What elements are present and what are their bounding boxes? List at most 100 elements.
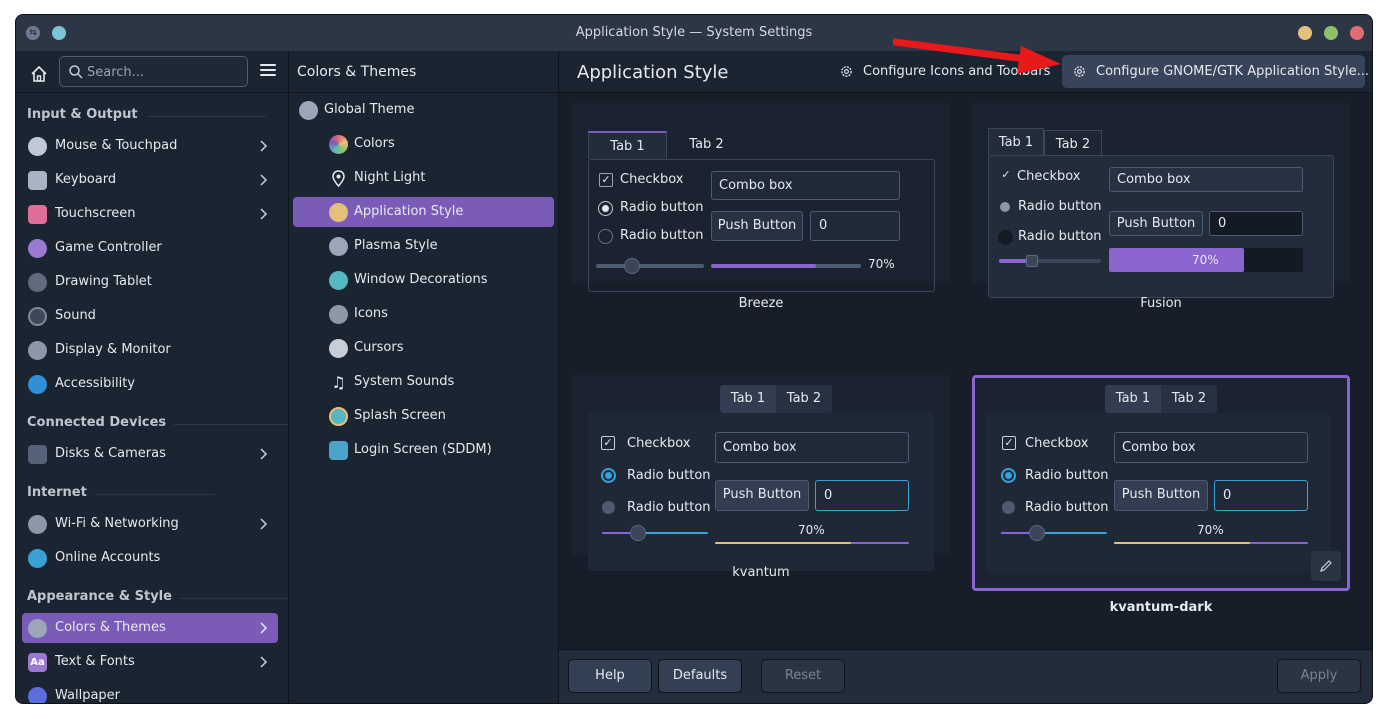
help-button[interactable]: Help: [568, 659, 652, 693]
tab-1: Tab 1: [1105, 385, 1161, 413]
checkbox: ✓: [599, 173, 613, 187]
sidebar-item-text-fonts[interactable]: Aa Text & Fonts: [22, 647, 278, 677]
push-button: Push Button: [1109, 211, 1203, 236]
sidebar-item-wallpaper[interactable]: Wallpaper: [22, 681, 278, 703]
themes-icon: [28, 619, 47, 638]
style-preview: Tab 1 Tab 2 ✓ Checkbox Radio button Radi…: [572, 375, 950, 571]
radio-button: [1000, 202, 1010, 212]
sidebar-item-touchscreen[interactable]: Touchscreen: [22, 199, 278, 229]
keyboard-icon: [28, 171, 47, 190]
radio-button: [598, 201, 613, 216]
gamepad-icon: [28, 239, 47, 258]
progress-fill: [1109, 248, 1244, 272]
combo-label: Combo box: [723, 440, 797, 455]
sidebar-item-label: Mouse & Touchpad: [55, 138, 178, 153]
mouse-icon: [28, 137, 47, 156]
reset-button[interactable]: Reset: [761, 659, 845, 693]
hamburger-menu-icon[interactable]: [260, 64, 276, 80]
menu-item-cursors[interactable]: Cursors: [293, 333, 554, 363]
sidebar-item-keyboard[interactable]: Keyboard: [22, 165, 278, 195]
menu-item-plasma-style[interactable]: Plasma Style: [293, 231, 554, 261]
chevron-right-icon: [260, 518, 268, 530]
location-pin-icon: [332, 170, 345, 188]
spin-value: 0: [1223, 488, 1232, 503]
sidebar-item-accessibility[interactable]: Accessibility: [22, 369, 278, 399]
sidebar-item-label: Text & Fonts: [55, 654, 135, 669]
sidebar-item-display[interactable]: Display & Monitor: [22, 335, 278, 365]
sidebar-item-mouse[interactable]: Mouse & Touchpad: [22, 131, 278, 161]
wallpaper-icon: [28, 687, 47, 703]
plasma-style-icon: [329, 237, 348, 256]
menu-item-label: Application Style: [354, 204, 464, 219]
minimize-button[interactable]: [1298, 26, 1312, 40]
sidebar-item-colors-themes[interactable]: Colors & Themes: [22, 613, 278, 643]
checkbox-label: Checkbox: [1025, 436, 1089, 451]
radio-label: Radio button: [620, 228, 704, 243]
menu-item-colors[interactable]: Colors: [293, 129, 554, 159]
configure-gtk-button[interactable]: Configure GNOME/GTK Application Style...: [1062, 55, 1369, 88]
menu-item-application-style[interactable]: Application Style: [293, 197, 554, 227]
gear-icon: [1074, 66, 1085, 77]
display-icon: [28, 341, 47, 360]
search-field[interactable]: [59, 56, 248, 87]
radio-label: Radio button: [1025, 500, 1109, 515]
close-button[interactable]: [1350, 26, 1364, 40]
style-card-kvantum[interactable]: Tab 1 Tab 2 ✓ Checkbox Radio button Radi…: [572, 375, 950, 591]
main-panel: Application Style Configure Icons and To…: [559, 51, 1372, 703]
menu-item-label: Night Light: [354, 170, 426, 185]
menu-item-label: Icons: [354, 306, 388, 321]
category-header: Colors & Themes: [289, 51, 558, 93]
slider-handle: [624, 258, 640, 274]
progress-fill: [715, 542, 851, 544]
progress-fill: [711, 264, 816, 268]
style-grid: Tab 1 Tab 2 ✓ Checkbox Radio button Radi…: [559, 93, 1372, 649]
icons-icon: [329, 305, 348, 324]
menu-item-night-light[interactable]: Night Light: [293, 163, 554, 193]
sidebar-item-drawing-tablet[interactable]: Drawing Tablet: [22, 267, 278, 297]
style-name: kvantum: [732, 565, 790, 580]
menu-item-global-theme[interactable]: Global Theme: [293, 95, 554, 125]
style-card-kvantum-dark[interactable]: Tab 1 Tab 2 ✓ Checkbox Radio button Radi…: [972, 375, 1350, 615]
spin-value: 0: [824, 488, 833, 503]
sidebar-item-disks[interactable]: Disks & Cameras: [22, 439, 278, 469]
defaults-button[interactable]: Defaults: [658, 659, 742, 693]
sidebar-item-label: Online Accounts: [55, 550, 161, 565]
sidebar-item-game-controller[interactable]: Game Controller: [22, 233, 278, 263]
music-note-icon: ♫: [331, 373, 346, 392]
tab-2: Tab 2: [1161, 385, 1217, 413]
category-title: Colors & Themes: [297, 64, 417, 80]
push-button: Push Button: [1114, 480, 1208, 511]
chevron-right-icon: [260, 448, 268, 460]
radio-button: [998, 230, 1013, 245]
push-button: Push Button: [711, 211, 803, 241]
sidebar-item-label: Keyboard: [55, 172, 117, 187]
radio-label: Radio button: [1018, 229, 1102, 244]
menu-item-login-screen[interactable]: Login Screen (SDDM): [293, 435, 554, 465]
menu-item-icons[interactable]: Icons: [293, 299, 554, 329]
slider-handle: [1029, 525, 1045, 541]
sidebar-item-online-accounts[interactable]: Online Accounts: [22, 543, 278, 573]
menu-item-window-decorations[interactable]: Window Decorations: [293, 265, 554, 295]
menu-item-label: System Sounds: [354, 374, 455, 389]
checkbox-label: Checkbox: [627, 436, 691, 451]
edit-style-button[interactable]: [1311, 551, 1341, 581]
style-preview: Tab 1 Tab 2 ✓ Checkbox Radio button Radi…: [975, 378, 1347, 588]
maximize-button[interactable]: [1324, 26, 1338, 40]
pencil-icon: [1320, 560, 1332, 572]
chevron-right-icon: [260, 208, 268, 220]
sound-icon: [28, 307, 47, 326]
menu-item-splash-screen[interactable]: Splash Screen: [293, 401, 554, 431]
search-input[interactable]: [87, 63, 242, 81]
style-card-fusion[interactable]: Tab 1 Tab 2 ✓ Checkbox Radio button Radi…: [972, 103, 1350, 319]
menu-item-system-sounds[interactable]: ♫ System Sounds: [293, 367, 554, 397]
slider-fill: [999, 259, 1029, 263]
sidebar-item-label: Wi-Fi & Networking: [55, 516, 179, 531]
radio-button: [598, 229, 613, 244]
home-icon[interactable]: [28, 63, 50, 85]
style-card-breeze[interactable]: Tab 1 Tab 2 ✓ Checkbox Radio button Radi…: [572, 103, 950, 319]
sidebar-item-wifi[interactable]: Wi-Fi & Networking: [22, 509, 278, 539]
menu-item-label: Colors: [354, 136, 395, 151]
progress-label: 70%: [868, 257, 895, 271]
sidebar-item-sound[interactable]: Sound: [22, 301, 278, 331]
apply-button[interactable]: Apply: [1277, 659, 1361, 693]
